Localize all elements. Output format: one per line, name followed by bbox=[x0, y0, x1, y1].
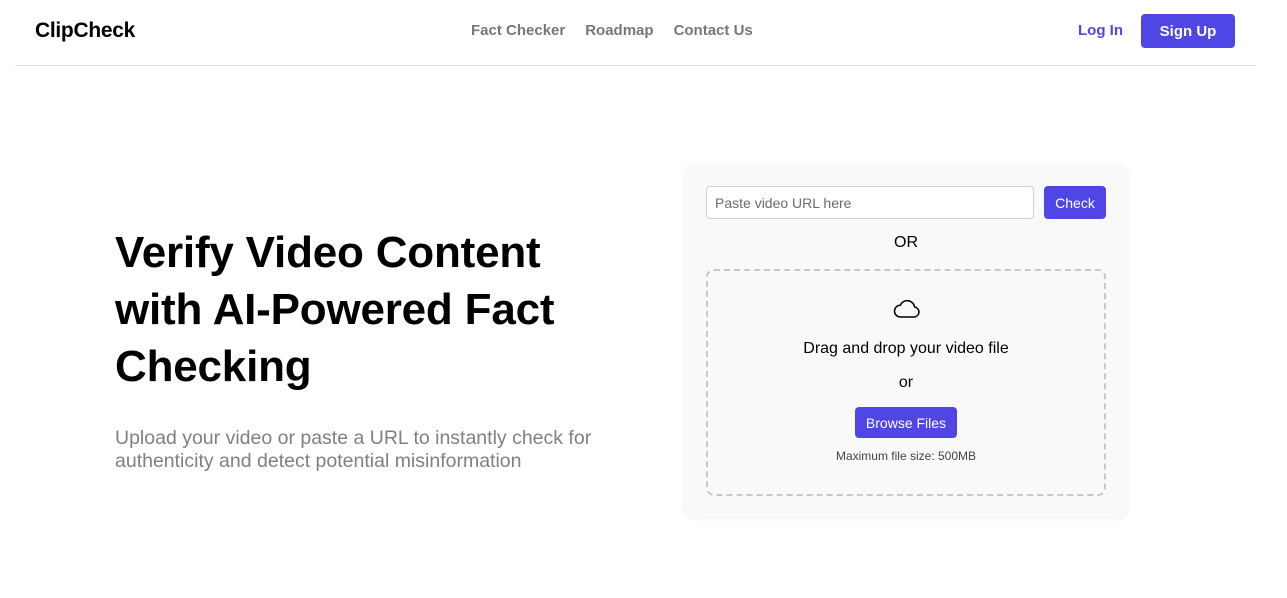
nav-link-roadmap[interactable]: Roadmap bbox=[585, 22, 653, 39]
file-dropzone[interactable]: Drag and drop your video file or Browse … bbox=[706, 269, 1106, 496]
drag-drop-text: Drag and drop your video file bbox=[803, 340, 1009, 357]
browse-files-button[interactable]: Browse Files bbox=[855, 407, 957, 438]
logo[interactable]: ClipCheck bbox=[35, 19, 135, 43]
nav-link-fact-checker[interactable]: Fact Checker bbox=[471, 22, 565, 39]
cloud-icon bbox=[893, 299, 920, 318]
hero-title: Verify Video Content with AI-Powered Fac… bbox=[115, 228, 555, 391]
navbar: ClipCheck Fact Checker Roadmap Contact U… bbox=[15, 0, 1256, 66]
nav-links: Fact Checker Roadmap Contact Us bbox=[471, 22, 753, 39]
signup-button[interactable]: Sign Up bbox=[1141, 14, 1235, 48]
upload-card: Check OR Drag and drop your video file o… bbox=[685, 165, 1127, 517]
or-inner-label: or bbox=[898, 374, 914, 391]
nav-link-contact-us[interactable]: Contact Us bbox=[674, 22, 753, 39]
max-file-size-note: Maximum file size: 500MB bbox=[835, 449, 977, 463]
check-button[interactable]: Check bbox=[1044, 186, 1106, 219]
hero-subtitle: Upload your video or paste a URL to inst… bbox=[115, 427, 592, 472]
video-url-input[interactable] bbox=[706, 186, 1034, 219]
login-link[interactable]: Log In bbox=[1078, 22, 1123, 39]
or-divider: OR bbox=[894, 234, 918, 251]
